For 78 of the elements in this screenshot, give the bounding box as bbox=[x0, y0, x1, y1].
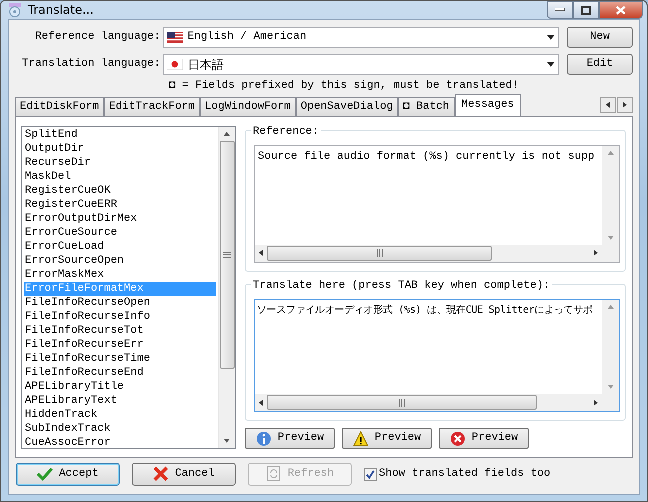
list-item[interactable]: HiddenTrack bbox=[24, 408, 216, 422]
preview-button[interactable]: Preview bbox=[245, 428, 335, 449]
list-item[interactable]: SubIndexTrack bbox=[24, 422, 216, 436]
list-item[interactable]: ErrorCueLoad bbox=[24, 240, 216, 254]
grip-icon bbox=[376, 249, 382, 258]
preview-button[interactable]: Preview bbox=[439, 428, 529, 449]
list-item[interactable]: ErrorCueSource bbox=[24, 226, 216, 240]
key-list[interactable] bbox=[21, 126, 236, 449]
scroll-left-icon bbox=[258, 249, 264, 258]
dialog-button[interactable]: Cancel bbox=[132, 462, 236, 486]
window-title: Translate... bbox=[28, 2, 94, 19]
minimize-button[interactable] bbox=[547, 1, 573, 19]
error-icon bbox=[450, 430, 466, 446]
arrow-right-icon bbox=[622, 101, 628, 109]
list-item[interactable]: FileInfoRecurseTot bbox=[24, 324, 216, 338]
list-item[interactable]: ErrorOutputDirMex bbox=[24, 212, 216, 226]
tab-scroll-left-button[interactable] bbox=[600, 97, 616, 113]
preview-button[interactable]: Preview bbox=[342, 428, 432, 449]
note-text: ◘ = Fields prefixed by this sign, must be translated! bbox=[168, 79, 520, 94]
memo-field[interactable]: ソースファイルオーディオ形式 (%s) は、現在CUE Splitterによってサポ bbox=[254, 298, 620, 412]
dialog-button[interactable]: Accept bbox=[16, 462, 120, 486]
list-item[interactable]: SplitEnd bbox=[24, 128, 216, 142]
info-icon bbox=[256, 430, 272, 446]
caret-icon bbox=[547, 62, 556, 67]
us-flag-icon bbox=[166, 32, 183, 43]
checkbox-label: Show translated fields too bbox=[379, 466, 551, 482]
check-icon bbox=[366, 470, 375, 478]
list-item[interactable]: CueAssocError bbox=[24, 436, 216, 448]
list-item[interactable]: APELibraryText bbox=[24, 394, 216, 408]
language-dropdown[interactable]: English / American bbox=[162, 27, 560, 48]
list-item[interactable]: FileInfoRecurseEnd bbox=[24, 366, 216, 380]
close-icon bbox=[616, 6, 626, 14]
language-button[interactable]: Edit bbox=[567, 54, 633, 75]
scroll-right-icon bbox=[593, 249, 599, 258]
list-item[interactable]: FileInfoRecurseErr bbox=[24, 338, 216, 352]
list-item[interactable]: FileInfoRecurseOpen bbox=[24, 296, 216, 310]
scrollbar[interactable] bbox=[218, 127, 235, 448]
list-item[interactable]: ErrorSourceOpen bbox=[24, 254, 216, 268]
warning-icon bbox=[352, 430, 369, 446]
text-area[interactable]: ソースファイルオーディオ形式 (%s) は、現在CUE Splitterによってサポ bbox=[255, 300, 602, 394]
tab[interactable]: EditTrackForm bbox=[104, 97, 200, 116]
tab-scroll-right-button[interactable] bbox=[617, 97, 633, 113]
tab[interactable]: OpenSaveDialog bbox=[296, 97, 398, 116]
list-item[interactable]: OutputDir bbox=[24, 142, 216, 156]
cross-icon bbox=[153, 466, 170, 482]
japan-flag-icon bbox=[166, 59, 183, 70]
list-item[interactable]: RecurseDir bbox=[24, 156, 216, 170]
app-icon bbox=[7, 2, 23, 18]
maximize-icon bbox=[581, 6, 591, 14]
caret-icon bbox=[547, 35, 556, 40]
field-label: Translation language: bbox=[21, 57, 162, 72]
list-item[interactable]: RegisterCueOK bbox=[24, 184, 216, 198]
memo-field[interactable]: Source file audio format (%s) currently is not supp bbox=[254, 145, 620, 263]
scroll-left-icon bbox=[258, 398, 264, 406]
tab[interactable]: ◘ Batch bbox=[398, 97, 455, 116]
list-item[interactable]: ErrorMaskMex bbox=[24, 268, 216, 282]
language-button[interactable]: New bbox=[567, 27, 633, 48]
check-icon bbox=[37, 466, 54, 482]
list-item[interactable]: FileInfoRecurseInfo bbox=[24, 310, 216, 324]
list-item[interactable]: MaskDel bbox=[24, 170, 216, 184]
grip-icon bbox=[223, 252, 231, 258]
tab[interactable]: LogWindowForm bbox=[200, 97, 296, 116]
text-area[interactable]: Source file audio format (%s) currently is not supp bbox=[255, 146, 602, 245]
grip-icon bbox=[399, 398, 405, 406]
field-label: Reference language: bbox=[34, 30, 162, 46]
tab[interactable]: Messages bbox=[454, 94, 522, 116]
close-button[interactable] bbox=[599, 1, 643, 19]
refresh-icon bbox=[266, 466, 282, 482]
list-item[interactable]: APELibraryTitle bbox=[24, 380, 216, 394]
tab[interactable]: EditDiskForm bbox=[15, 97, 104, 116]
list-item[interactable]: FileInfoRecurseTime bbox=[24, 352, 216, 366]
checkbox[interactable] bbox=[364, 468, 377, 480]
list-item[interactable]: RegisterCueERR bbox=[24, 198, 216, 212]
language-dropdown[interactable]: 日本語 bbox=[162, 54, 560, 75]
scroll-right-icon bbox=[593, 398, 599, 406]
minimize-icon bbox=[555, 8, 565, 12]
arrow-left-icon bbox=[605, 101, 611, 109]
maximize-button[interactable] bbox=[573, 1, 599, 19]
